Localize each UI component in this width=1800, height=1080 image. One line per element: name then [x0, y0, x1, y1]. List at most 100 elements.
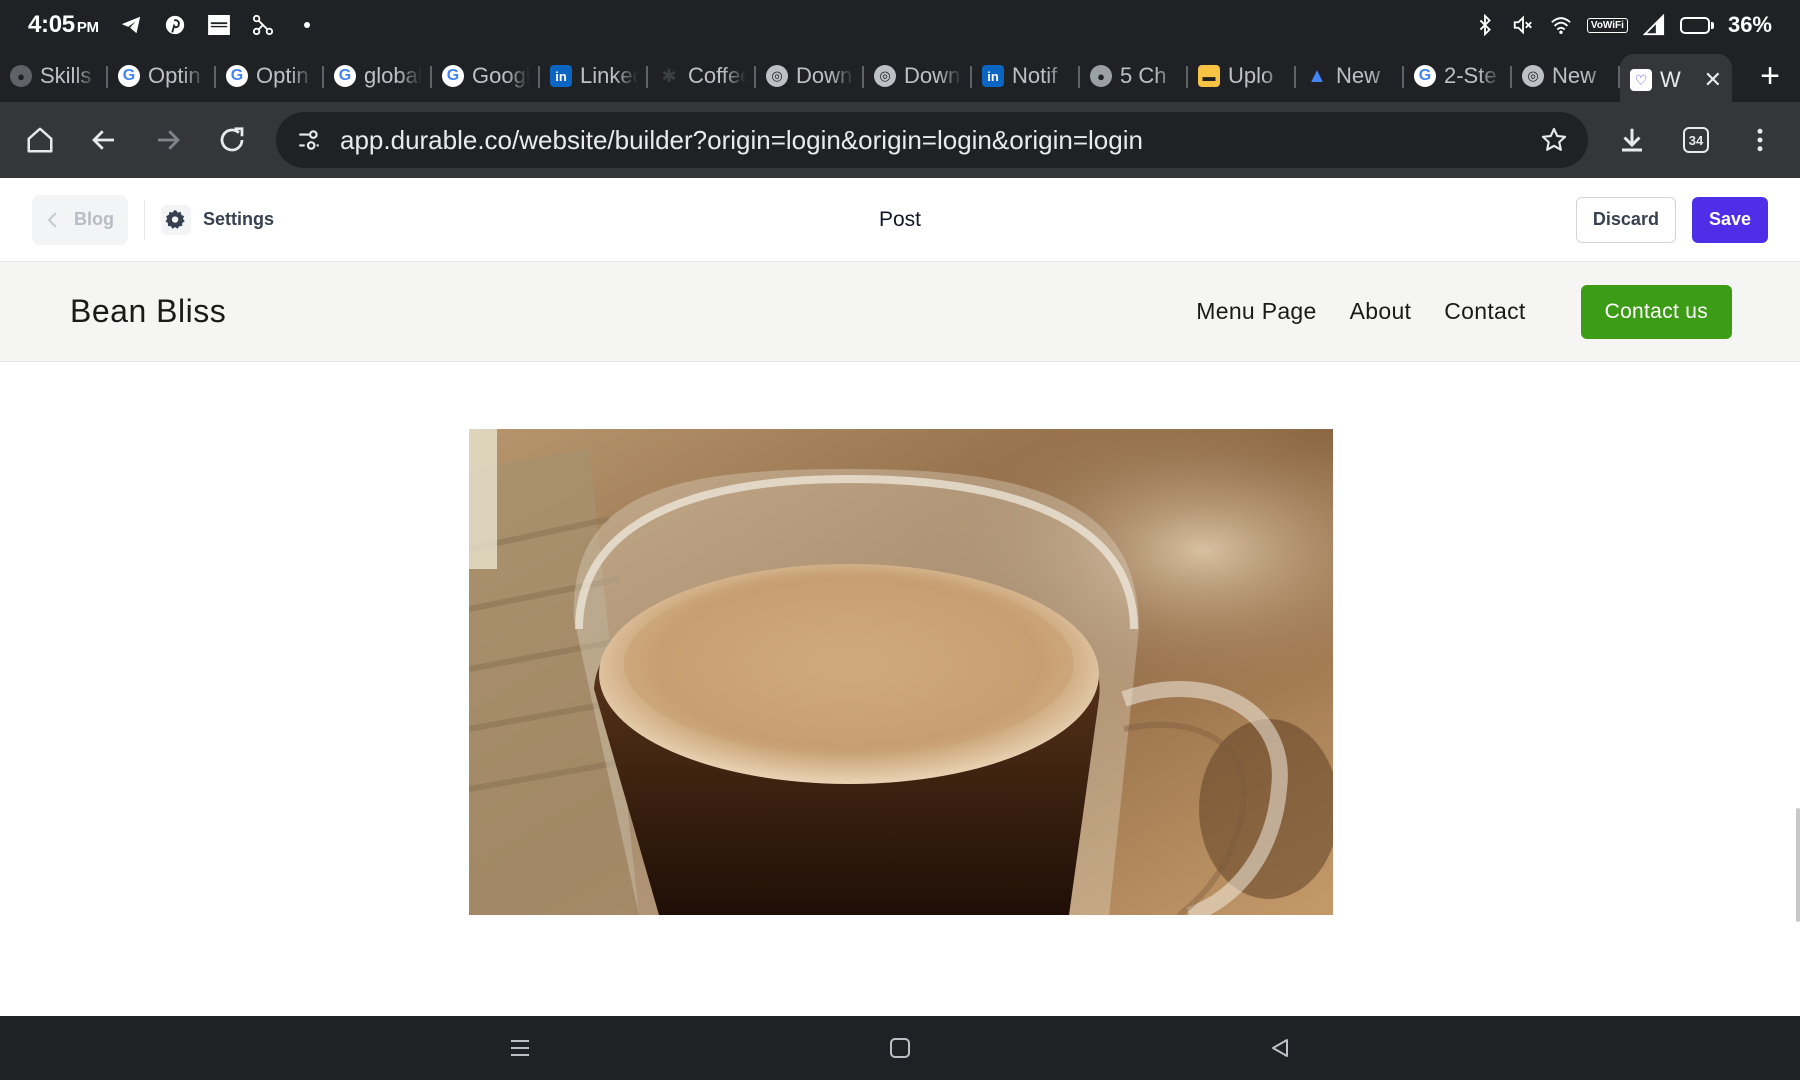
- more-menu-button[interactable]: [1734, 114, 1786, 166]
- tab-title: Google: [472, 63, 530, 88]
- more-vert-icon: [1757, 128, 1763, 152]
- durable-icon: ♡: [1630, 69, 1652, 91]
- tab-active[interactable]: ♡ W ✕: [1620, 54, 1732, 106]
- tab[interactable]: G 2-Ste: [1404, 54, 1512, 98]
- browser-toolbar: app.durable.co/website/builder?origin=lo…: [0, 102, 1800, 178]
- tab[interactable]: ◎ Down: [864, 54, 972, 98]
- status-clock: 4:05 PM: [28, 11, 99, 38]
- google-icon: G: [1414, 65, 1436, 87]
- tab-title: 2-Ste: [1444, 63, 1497, 88]
- tab[interactable]: ● Skills: [0, 54, 108, 98]
- wifi-icon: [1549, 13, 1573, 37]
- coffee-cup-image: [469, 429, 1333, 915]
- tab-title: Uplo: [1228, 63, 1274, 88]
- download-icon: [1622, 128, 1642, 152]
- tab[interactable]: ✱ Coffee: [648, 54, 756, 98]
- recents-button[interactable]: [500, 1028, 540, 1068]
- tab-switcher-button[interactable]: 34: [1670, 114, 1722, 166]
- signal-icon: [1642, 13, 1666, 37]
- back-button[interactable]: [78, 114, 130, 166]
- tab-title: global: [364, 63, 422, 88]
- tab-title: LinkedIn: [580, 63, 638, 88]
- android-nav-bar: [0, 1016, 1800, 1080]
- bluetooth-icon: [1473, 13, 1497, 37]
- chrome-icon: ◎: [1522, 65, 1544, 87]
- vowifi-badge: VoWiFi: [1586, 17, 1628, 33]
- nav-link-contact[interactable]: Contact: [1444, 298, 1525, 325]
- square-icon: [890, 1038, 910, 1058]
- generic-favicon-icon: ●: [10, 65, 32, 87]
- upload-icon: ▬: [1198, 65, 1220, 87]
- mute-icon: [1511, 13, 1535, 37]
- url-text[interactable]: app.durable.co/website/builder?origin=lo…: [340, 125, 1522, 156]
- arrow-right-icon: [158, 130, 180, 150]
- gear-icon: [161, 204, 191, 235]
- tab-title: Skills: [40, 63, 92, 88]
- google-icon: G: [118, 65, 140, 87]
- home-icon: [27, 127, 53, 153]
- coffee-icon: ✱: [661, 65, 677, 86]
- dot-icon: [295, 13, 319, 37]
- save-button[interactable]: Save: [1691, 196, 1768, 243]
- tab-title: New: [1552, 63, 1597, 88]
- reload-icon: [220, 127, 244, 152]
- back-nav-button[interactable]: [1260, 1028, 1300, 1068]
- chrome-icon: ◎: [766, 65, 788, 87]
- google-icon: G: [334, 65, 356, 87]
- tab[interactable]: ◎ New: [1512, 54, 1620, 98]
- network-icon: [251, 13, 275, 37]
- battery-icon: [1679, 16, 1714, 34]
- site-settings-icon[interactable]: [296, 127, 322, 153]
- tab[interactable]: in LinkedIn: [540, 54, 648, 98]
- tab-title: Coffee: [688, 63, 746, 88]
- news-icon: [207, 13, 231, 37]
- browser-tab-strip: ●SkillsGOptinGOptinGglobalGGoogleinLinke…: [0, 50, 1800, 106]
- tab-title: W: [1660, 67, 1681, 92]
- forward-button[interactable]: [142, 114, 194, 166]
- linkedin-icon: in: [982, 65, 1004, 87]
- nav-link-menu-page[interactable]: Menu Page: [1196, 298, 1316, 325]
- tab[interactable]: G Optin: [216, 54, 324, 98]
- back-to-blog-button[interactable]: Blog: [32, 194, 128, 245]
- post-hero-image[interactable]: [469, 429, 1333, 915]
- tab[interactable]: G Optin: [108, 54, 216, 98]
- android-status-bar: 4:05 PM VoWiFi 36%: [0, 0, 1800, 50]
- tab-title: Down: [904, 63, 961, 88]
- home-nav-button[interactable]: [880, 1028, 920, 1068]
- discard-button[interactable]: Discard: [1575, 196, 1676, 243]
- builder-header: Blog Settings Post Discard Save: [0, 178, 1800, 262]
- close-tab-icon[interactable]: ✕: [1704, 67, 1722, 93]
- address-bar[interactable]: app.durable.co/website/builder?origin=lo…: [276, 112, 1588, 168]
- reload-button[interactable]: [206, 114, 258, 166]
- tab-title: Down: [796, 63, 853, 88]
- triangle-back-icon: [1272, 1039, 1288, 1057]
- contact-us-button[interactable]: Contact us: [1580, 284, 1732, 339]
- arrow-left-icon: [92, 130, 114, 150]
- tab-title: Notif: [1012, 63, 1058, 88]
- download-button[interactable]: [1606, 114, 1658, 166]
- google-icon: G: [442, 65, 464, 87]
- tab[interactable]: ▲ New: [1296, 54, 1404, 98]
- google-icon: G: [226, 65, 248, 87]
- back-to-blog-label: Blog: [74, 209, 114, 229]
- google-ads-icon: ▲: [1307, 64, 1327, 87]
- tab[interactable]: Gglobal: [324, 54, 432, 98]
- battery-percent: 36%: [1727, 12, 1772, 37]
- tab[interactable]: G Google: [432, 54, 540, 98]
- tab[interactable]: ◎ Down: [756, 54, 864, 98]
- tab[interactable]: ▬ Uplo: [1188, 54, 1296, 98]
- settings-label: Settings: [203, 209, 275, 229]
- linkedin-icon: in: [550, 65, 572, 87]
- menu-lines-icon: [511, 1040, 529, 1056]
- scrollbar-thumb[interactable]: [1796, 808, 1800, 922]
- tab[interactable]: ● 5 Ch: [1080, 54, 1188, 98]
- home-button[interactable]: [14, 114, 66, 166]
- tab[interactable]: in Notif: [972, 54, 1080, 98]
- bookmark-star-icon[interactable]: [1540, 126, 1568, 154]
- nav-link-about[interactable]: About: [1350, 298, 1412, 325]
- settings-button[interactable]: Settings: [161, 204, 275, 235]
- new-tab-button[interactable]: +: [1740, 57, 1800, 96]
- site-nav-links: Menu Page About Contact: [1196, 298, 1525, 325]
- site-brand-logo[interactable]: Bean Bliss: [70, 293, 226, 330]
- divider: [144, 199, 145, 240]
